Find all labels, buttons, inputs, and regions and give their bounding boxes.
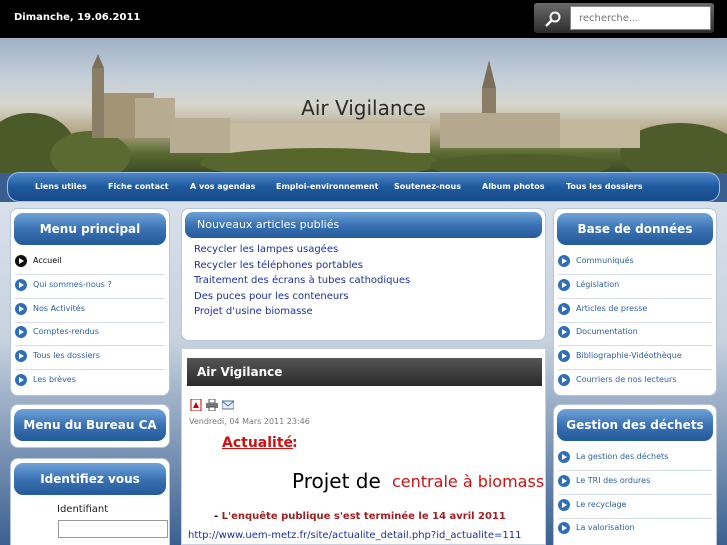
article-title: Air Vigilance — [187, 358, 542, 386]
menu-item-comptes-rendus[interactable]: Comptes-rendus — [15, 322, 165, 346]
menu-item-les-breves[interactable]: Les brèves — [15, 370, 165, 394]
menu-item-label: Les brèves — [33, 375, 76, 384]
menu-item-tous-les-dossiers[interactable]: Tous les dossiers — [15, 346, 165, 370]
menu-item-label: Courriers de nos lecteurs — [576, 375, 677, 384]
arrow-icon — [558, 475, 570, 487]
menu-item-label: Le recyclage — [576, 500, 627, 509]
username-label: Identifiant — [57, 504, 109, 515]
menu-item-label: Tous les dossiers — [33, 351, 100, 360]
waste-box: Gestion des déchets La gestion des déche… — [553, 404, 717, 545]
article-date: Vendredi, 04 Mars 2011 23:46 — [189, 417, 310, 426]
arrow-icon — [558, 374, 570, 386]
db-item-documentation[interactable]: Documentation — [558, 322, 712, 346]
header-banner: Air Vigilance — [0, 38, 727, 173]
menu-item-label: Comptes-rendus — [33, 327, 99, 336]
news-link[interactable]: Projet d'usine biomasse — [194, 306, 313, 317]
email-icon[interactable] — [222, 399, 234, 411]
search-icon[interactable] — [544, 10, 562, 28]
menu-item-label: La gestion des déchets — [576, 452, 669, 461]
nav-agendas[interactable]: A vos agendas — [190, 182, 255, 191]
bureau-menu-box: Menu du Bureau CA — [10, 404, 170, 448]
article: Air Vigilance Vendredi, 04 Mars 2011 23:… — [181, 348, 546, 545]
new-articles-box: Nouveaux articles publiés Recycler les l… — [181, 208, 546, 341]
article-category: Actualité — [222, 435, 294, 451]
new-articles-title: Nouveaux articles publiés — [185, 212, 542, 238]
main-nav: Liens utiles Fiche contact A vos agendas… — [7, 172, 720, 202]
menu-item-label: Communiqués — [576, 256, 634, 265]
menu-item-label: Articles de presse — [576, 304, 648, 313]
arrow-icon — [15, 279, 27, 291]
arrow-icon — [15, 326, 27, 338]
waste-item-gestion[interactable]: La gestion des déchets — [558, 447, 712, 471]
nav-liens-utiles[interactable]: Liens utiles — [35, 182, 87, 191]
nav-fiche-contact[interactable]: Fiche contact — [108, 182, 169, 191]
arrow-icon — [558, 499, 570, 511]
pdf-icon[interactable] — [190, 399, 202, 411]
menu-item-label: Nos Activités — [33, 304, 85, 313]
menu-item-label: Accueil — [33, 256, 62, 265]
arrow-icon — [15, 303, 27, 315]
username-input[interactable] — [58, 520, 168, 538]
arrow-icon — [558, 451, 570, 463]
nav-soutenez-nous[interactable]: Soutenez-nous — [394, 182, 461, 191]
arrow-icon — [558, 326, 570, 338]
menu-item-label: Bibliographie-Vidéothèque — [576, 351, 682, 360]
search-box — [534, 3, 714, 33]
waste-item-recyclage[interactable]: Le recyclage — [558, 495, 712, 519]
db-item-articles-presse[interactable]: Articles de presse — [558, 299, 712, 323]
nav-album-photos[interactable]: Album photos — [482, 182, 544, 191]
database-box: Base de données Communiqués Législation … — [553, 208, 717, 396]
arrow-icon — [558, 522, 570, 534]
arrow-icon — [15, 255, 27, 267]
nav-emploi-environnement[interactable]: Emploi-environnement — [276, 182, 378, 191]
menu-item-label: Qui sommes-nous ? — [33, 280, 112, 289]
news-link[interactable]: Traitement des écrans à tubes cathodique… — [194, 275, 410, 286]
waste-item-valorisation[interactable]: La valorisation — [558, 518, 712, 542]
current-date: Dimanche, 19.06.2011 — [14, 12, 141, 23]
waste-item-tri[interactable]: Le TRI des ordures — [558, 471, 712, 495]
nav-tous-les-dossiers[interactable]: Tous les dossiers — [566, 182, 642, 191]
search-input[interactable] — [570, 6, 711, 30]
arrow-icon — [558, 279, 570, 291]
db-item-communiques[interactable]: Communiqués — [558, 251, 712, 275]
main-menu-title: Menu principal — [14, 213, 166, 245]
menu-item-label: Documentation — [576, 327, 638, 336]
subtitle-dash: - — [214, 511, 219, 522]
article-link[interactable]: http://www.uem-metz.fr/site/actualite_de… — [188, 530, 521, 541]
print-icon[interactable] — [206, 399, 218, 411]
article-subtitle: - L'enquête publique s'est terminée le 1… — [214, 511, 506, 522]
subtitle-text: L'enquête publique s'est terminée le 14 … — [221, 511, 506, 522]
news-link[interactable]: Recycler les téléphones portables — [194, 260, 363, 271]
article-heading: Projet de — [292, 469, 381, 493]
menu-item-label: La valorisation — [576, 523, 635, 532]
arrow-icon — [558, 303, 570, 315]
article-heading-highlight: centrale à biomasse — [392, 472, 546, 491]
arrow-icon — [15, 350, 27, 362]
site-title: Air Vigilance — [301, 96, 426, 120]
top-bar: Dimanche, 19.06.2011 — [0, 0, 727, 38]
arrow-icon — [558, 255, 570, 267]
db-item-courriers[interactable]: Courriers de nos lecteurs — [558, 370, 712, 394]
database-title: Base de données — [557, 213, 713, 245]
arrow-icon — [15, 374, 27, 386]
menu-item-qui-sommes-nous[interactable]: Qui sommes-nous ? — [15, 275, 165, 299]
bureau-menu-title[interactable]: Menu du Bureau CA — [14, 409, 166, 441]
login-title: Identifiez vous — [14, 463, 166, 495]
category-colon: : — [292, 435, 298, 451]
menu-item-label: Législation — [576, 280, 620, 289]
db-item-legislation[interactable]: Législation — [558, 275, 712, 299]
news-link[interactable]: Des puces pour les conteneurs — [194, 291, 349, 302]
menu-item-nos-activites[interactable]: Nos Activités — [15, 299, 165, 323]
menu-item-accueil[interactable]: Accueil — [15, 251, 165, 275]
menu-item-label: Le TRI des ordures — [576, 476, 651, 485]
main-menu-box: Menu principal Accueil Qui sommes-nous ?… — [10, 208, 170, 396]
arrow-icon — [558, 350, 570, 362]
news-link[interactable]: Recycler les lampes usagées — [194, 244, 338, 255]
waste-title: Gestion des déchets — [557, 409, 713, 441]
db-item-bibliographie[interactable]: Bibliographie-Vidéothèque — [558, 346, 712, 370]
